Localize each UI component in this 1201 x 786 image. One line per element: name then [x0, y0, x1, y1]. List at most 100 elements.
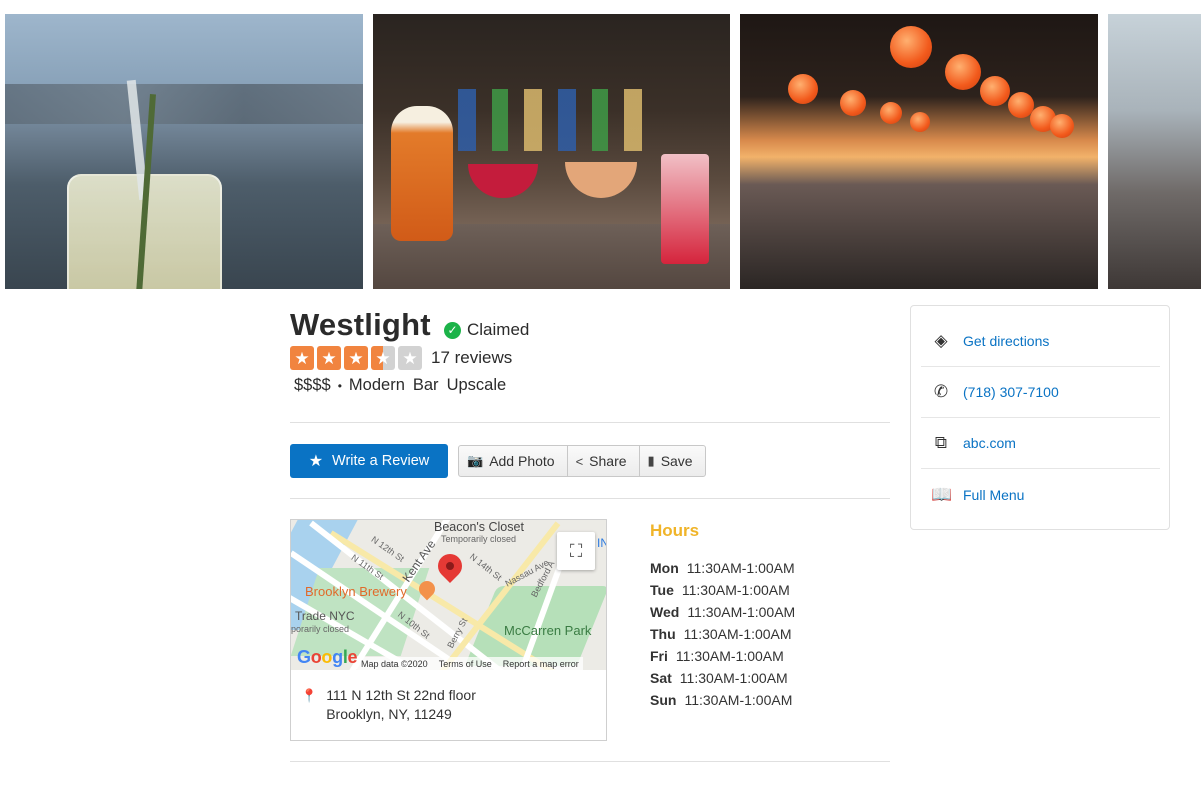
- star-empty-icon: ★: [398, 346, 422, 370]
- hours-day: Fri: [650, 648, 668, 664]
- photo-cocktail[interactable]: [5, 14, 363, 289]
- photo-tall-glass: [661, 154, 709, 264]
- camera-icon: 📷: [467, 453, 484, 468]
- hours-time: 11:30AM-1:00AM: [681, 582, 790, 598]
- photo-beer: [391, 106, 453, 241]
- location-pin-icon[interactable]: [433, 549, 467, 583]
- address: 📍 111 N 12th St 22nd floor Brooklyn, NY,…: [301, 686, 476, 724]
- check-circle-icon: ✓: [444, 321, 461, 339]
- hours-row: Wed 11:30AM-1:00AM: [650, 601, 795, 623]
- bookmark-icon: ▮: [647, 453, 655, 468]
- terms-link[interactable]: Terms of Use: [439, 659, 492, 669]
- claimed-badge: ✓ Claimed: [444, 320, 529, 340]
- directions-icon: ◈: [934, 331, 948, 350]
- photo-drinks[interactable]: [373, 14, 730, 289]
- address-line2: Brooklyn, NY, 11249: [326, 706, 452, 722]
- map[interactable]: Beacon's Closet Temporarily closed N 12t…: [291, 520, 606, 670]
- logo-letter: e: [347, 647, 358, 667]
- divider: [290, 761, 890, 762]
- hours-time: 11:30AM-1:00AM: [687, 604, 796, 620]
- logo-letter: o: [321, 647, 333, 667]
- report-map-error-link[interactable]: Report a map error: [503, 659, 579, 669]
- map-label: N 14th St: [467, 551, 504, 583]
- hours-row: Thu 11:30AM-1:00AM: [650, 623, 795, 645]
- write-review-button[interactable]: ★ Write a Review: [290, 444, 448, 478]
- location-card: Beacon's Closet Temporarily closed N 12t…: [290, 519, 607, 741]
- add-photo-button[interactable]: 📷 Add Photo: [458, 445, 568, 477]
- lantern: [788, 74, 818, 104]
- hours-time: 11:30AM-1:00AM: [683, 626, 792, 642]
- map-label: McCarren Park: [504, 623, 592, 638]
- action-button-group: 📷 Add Photo < Share ▮ Save: [458, 445, 706, 477]
- lantern: [880, 102, 902, 124]
- photo-strip: [0, 14, 1201, 289]
- star-icon: ★: [290, 346, 314, 370]
- photo-window-diners[interactable]: [1108, 14, 1201, 289]
- photo-dining-room[interactable]: [740, 14, 1098, 289]
- full-menu-link[interactable]: 📖 Full Menu: [921, 469, 1160, 520]
- photo-skyline: [5, 84, 363, 124]
- hours-time: 11:30AM-1:00AM: [675, 648, 784, 664]
- get-directions-label: Get directions: [963, 333, 1050, 349]
- save-button[interactable]: ▮ Save: [638, 445, 706, 477]
- map-label: Brooklyn Brewery: [305, 584, 407, 599]
- business-meta: $$$$ • Modern Bar Upscale: [294, 376, 514, 395]
- add-photo-label: Add Photo: [489, 453, 555, 469]
- hours-row: Fri 11:30AM-1:00AM: [650, 645, 795, 667]
- map-data-label: Map data ©2020: [361, 658, 428, 669]
- fullscreen-button[interactable]: ⛶: [557, 532, 595, 570]
- logo-letter: o: [310, 647, 322, 667]
- photo-cocktail-red: [468, 164, 538, 198]
- review-count[interactable]: 17 reviews: [431, 348, 512, 368]
- google-logo: Google: [297, 647, 358, 668]
- hours-time: 11:30AM-1:00AM: [679, 670, 788, 686]
- hours-row: Tue 11:30AM-1:00AM: [650, 579, 795, 601]
- phone-icon: ✆: [933, 382, 949, 401]
- hours-time: 11:30AM-1:00AM: [684, 692, 793, 708]
- get-directions-link[interactable]: ◈ Get directions: [921, 316, 1160, 367]
- map-label: porarily closed: [291, 624, 350, 634]
- lantern: [840, 90, 866, 116]
- address-line1: 111 N 12th St 22nd floor: [326, 687, 476, 703]
- menu-book-icon: 📖: [931, 484, 953, 504]
- lantern: [980, 76, 1010, 106]
- map-label: Beacon's Closet: [434, 520, 524, 534]
- hours-day: Tue: [650, 582, 674, 598]
- star-icon: ★: [308, 453, 324, 470]
- map-label: Temporarily closed: [441, 534, 517, 544]
- share-icon: <: [575, 453, 584, 469]
- lantern: [1050, 114, 1074, 138]
- external-link-icon: ⧉: [934, 433, 948, 452]
- star-rating: ★ ★ ★ ★ ★ 17 reviews: [290, 346, 512, 370]
- star-icon: ★: [317, 346, 341, 370]
- separator-dot: •: [337, 378, 342, 393]
- hours-title: Hours: [650, 521, 700, 540]
- divider: [290, 422, 890, 423]
- write-review-label: Write a Review: [332, 453, 430, 469]
- website-label: abc.com: [963, 435, 1016, 451]
- star-half-icon: ★: [371, 346, 395, 370]
- logo-letter: G: [297, 647, 311, 667]
- business-info-panel: ◈ Get directions ✆ (718) 307-7100 ⧉ abc.…: [910, 305, 1170, 530]
- hours-list: Mon 11:30AM-1:00AM Tue 11:30AM-1:00AM Wed 1…: [650, 557, 795, 711]
- map-pin-icon: 📍: [301, 688, 318, 703]
- hours-day: Sun: [650, 692, 677, 708]
- price-range: $$$$: [294, 376, 331, 394]
- website-link[interactable]: ⧉ abc.com: [921, 418, 1160, 469]
- category-link[interactable]: Modern: [349, 376, 405, 395]
- fullscreen-icon: ⛶: [569, 540, 583, 561]
- map-label: IN: [597, 536, 606, 550]
- business-name: Westlight: [290, 307, 431, 342]
- photo-cocktail-peach: [565, 162, 637, 198]
- hours-time: 11:30AM-1:00AM: [686, 560, 795, 576]
- lantern: [890, 26, 932, 68]
- category-link[interactable]: Upscale: [447, 376, 507, 395]
- logo-letter: g: [332, 647, 343, 667]
- category-link[interactable]: Bar: [413, 376, 439, 395]
- share-label: Share: [589, 453, 627, 469]
- phone-label: (718) 307-7100: [963, 384, 1059, 400]
- map-label: Trade NYC: [295, 609, 355, 623]
- phone-link[interactable]: ✆ (718) 307-7100: [921, 367, 1160, 418]
- divider: [290, 498, 890, 499]
- share-button[interactable]: < Share: [566, 445, 640, 477]
